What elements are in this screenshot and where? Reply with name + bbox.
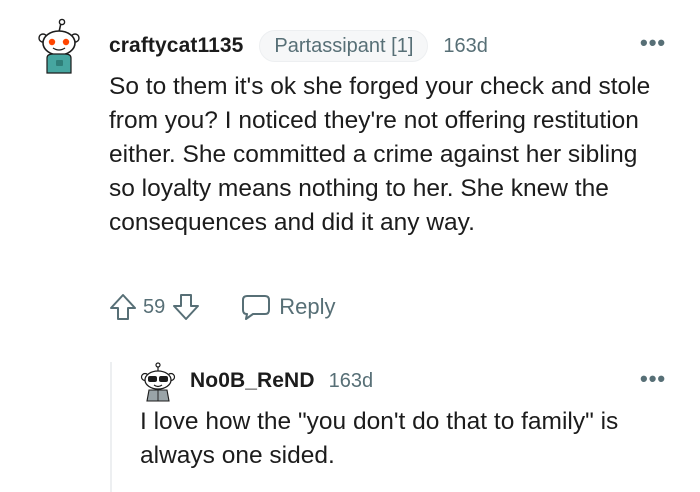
timestamp[interactable]: 163d [443, 35, 488, 58]
username[interactable]: craftycat1135 [109, 34, 243, 58]
comment-header: craftycat1135 Partassipant [1] 163d [109, 30, 488, 62]
reply-label: Reply [279, 294, 336, 319]
timestamp[interactable]: 163d [329, 370, 374, 393]
user-flair: Partassipant [1] [259, 30, 429, 62]
downvote-arrow-icon[interactable] [171, 292, 201, 322]
reply-button[interactable]: Reply [241, 293, 336, 321]
speech-bubble-icon [242, 295, 271, 320]
more-options-icon[interactable]: ••• [640, 32, 666, 54]
thread-line[interactable] [110, 362, 112, 492]
more-options-icon[interactable]: ••• [640, 368, 666, 390]
comment-actions: 59 Reply [108, 290, 336, 324]
vote-score: 59 [143, 295, 166, 318]
reply-header: No0B_ReND 163d [190, 366, 373, 396]
reply-body: I love how the "you don't do that to fam… [140, 408, 619, 469]
snoo-avatar-icon[interactable] [140, 362, 176, 402]
comment-body: So to them it's ok she forged your check… [109, 73, 651, 236]
upvote-arrow-icon[interactable] [108, 292, 138, 322]
snoo-avatar-icon[interactable] [36, 18, 82, 76]
username[interactable]: No0B_ReND [190, 369, 315, 393]
